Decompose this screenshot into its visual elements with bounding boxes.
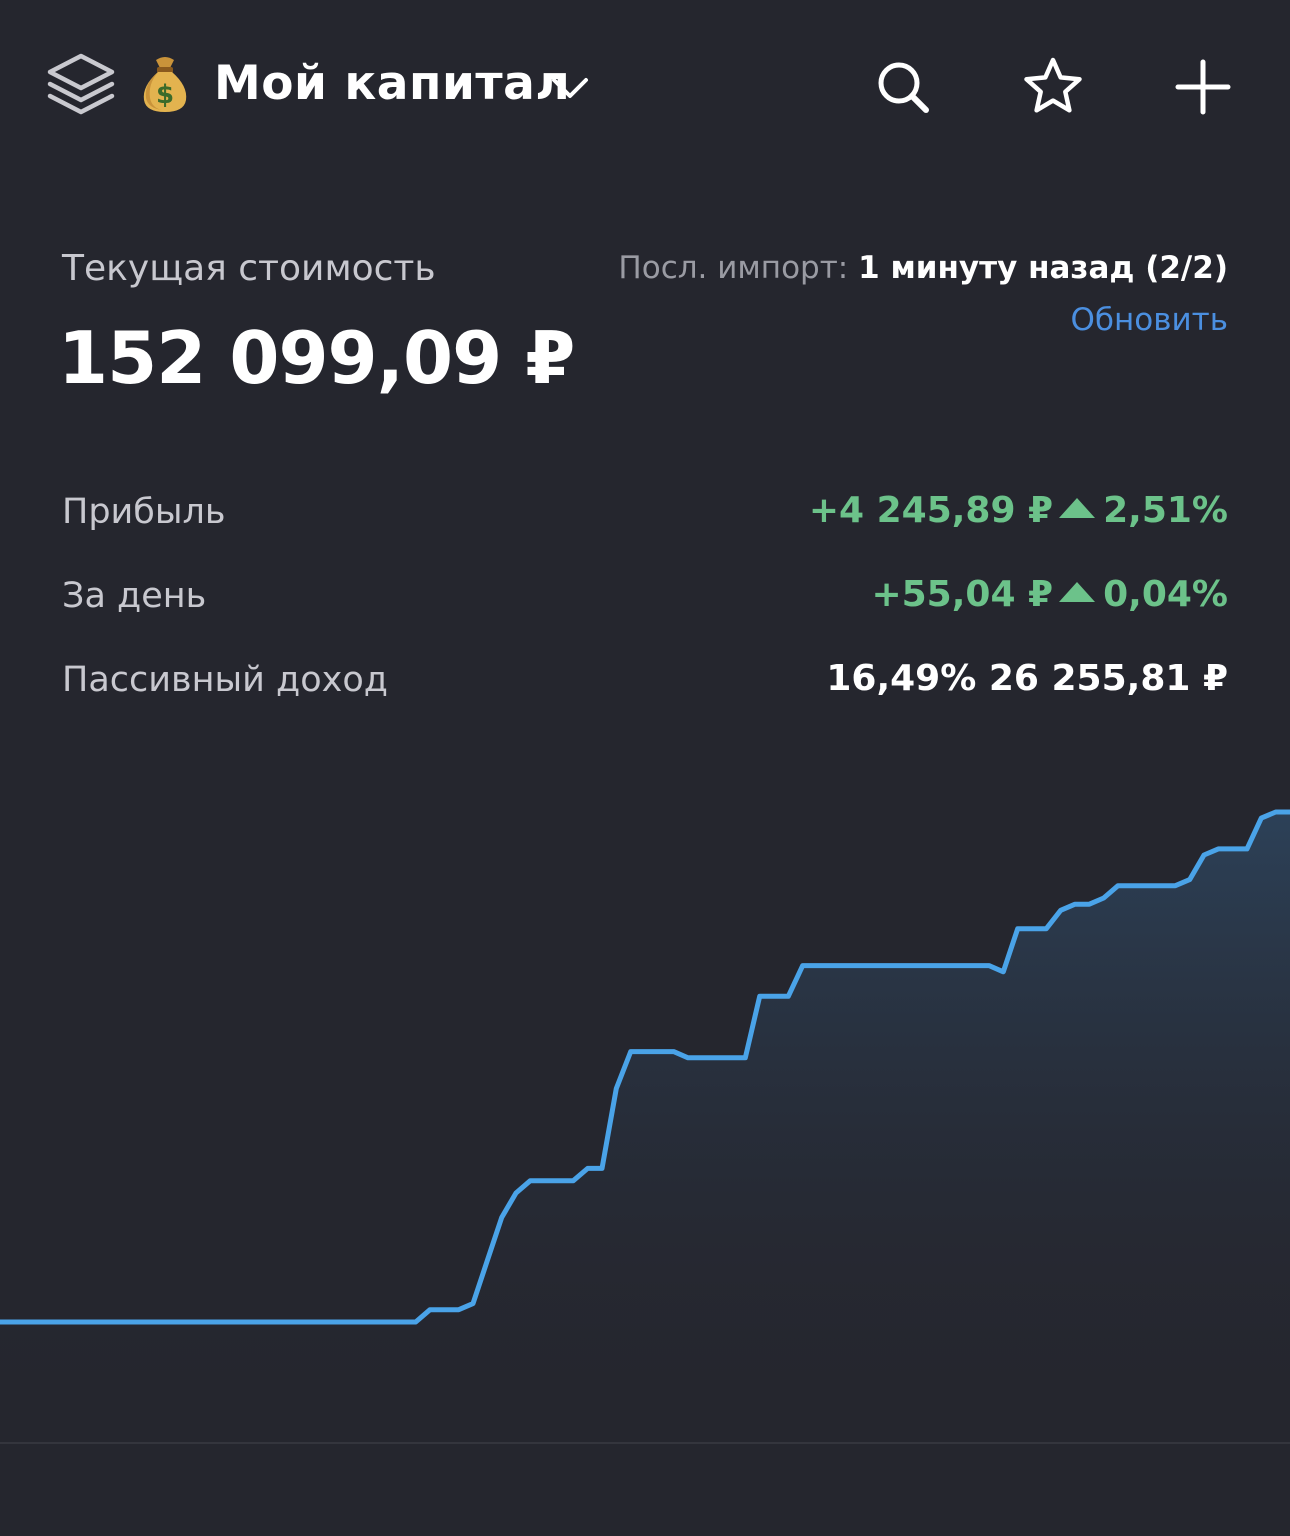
passive-income-label: Пассивный доход bbox=[62, 660, 388, 700]
chevron-down-icon[interactable] bbox=[550, 70, 590, 104]
last-import-label: Посл. импорт: bbox=[618, 250, 859, 286]
profit-amount: +4 245,89 ₽ bbox=[808, 490, 1054, 531]
passive-income-value: 16,49% 26 255,81 ₽ bbox=[826, 658, 1228, 699]
current-value-label: Текущая стоимость bbox=[62, 248, 436, 289]
star-icon[interactable] bbox=[1022, 56, 1084, 116]
profit-value: +4 245,89 ₽ 2,51% bbox=[809, 490, 1228, 531]
last-import-time: 1 минуту назад (2/2) bbox=[858, 250, 1228, 286]
current-value-amount: 152 099,09 ₽ bbox=[58, 316, 575, 400]
search-icon[interactable] bbox=[874, 58, 932, 116]
profit-label: Прибыль bbox=[62, 492, 226, 532]
passive-income-amount: 26 255,81 ₽ bbox=[988, 658, 1228, 699]
passive-income-percent: 16,49% bbox=[826, 658, 977, 699]
plus-icon[interactable] bbox=[1174, 58, 1232, 116]
day-change-label: За день bbox=[62, 576, 207, 616]
day-change-amount: +55,04 ₽ bbox=[871, 574, 1054, 615]
day-change-value: +55,04 ₽ 0,04% bbox=[871, 574, 1228, 615]
refresh-button[interactable]: Обновить bbox=[1071, 302, 1229, 338]
money-bag-icon: $ bbox=[143, 57, 187, 112]
portfolio-value-chart[interactable] bbox=[0, 760, 1290, 1460]
last-import-info: Посл. импорт: 1 минуту назад (2/2) bbox=[618, 250, 1228, 286]
svg-text:$: $ bbox=[156, 80, 174, 110]
up-triangle-icon bbox=[1059, 498, 1096, 518]
portfolio-title[interactable]: Мой капитал bbox=[214, 56, 570, 111]
profit-percent: 2,51% bbox=[1103, 490, 1228, 531]
layers-icon[interactable] bbox=[44, 50, 118, 124]
chart-area-fill bbox=[0, 812, 1290, 1442]
up-triangle-icon bbox=[1059, 582, 1096, 602]
day-change-percent: 0,04% bbox=[1103, 574, 1228, 615]
top-bar: $ Мой капитал bbox=[0, 0, 1290, 170]
divider bbox=[0, 1442, 1290, 1444]
